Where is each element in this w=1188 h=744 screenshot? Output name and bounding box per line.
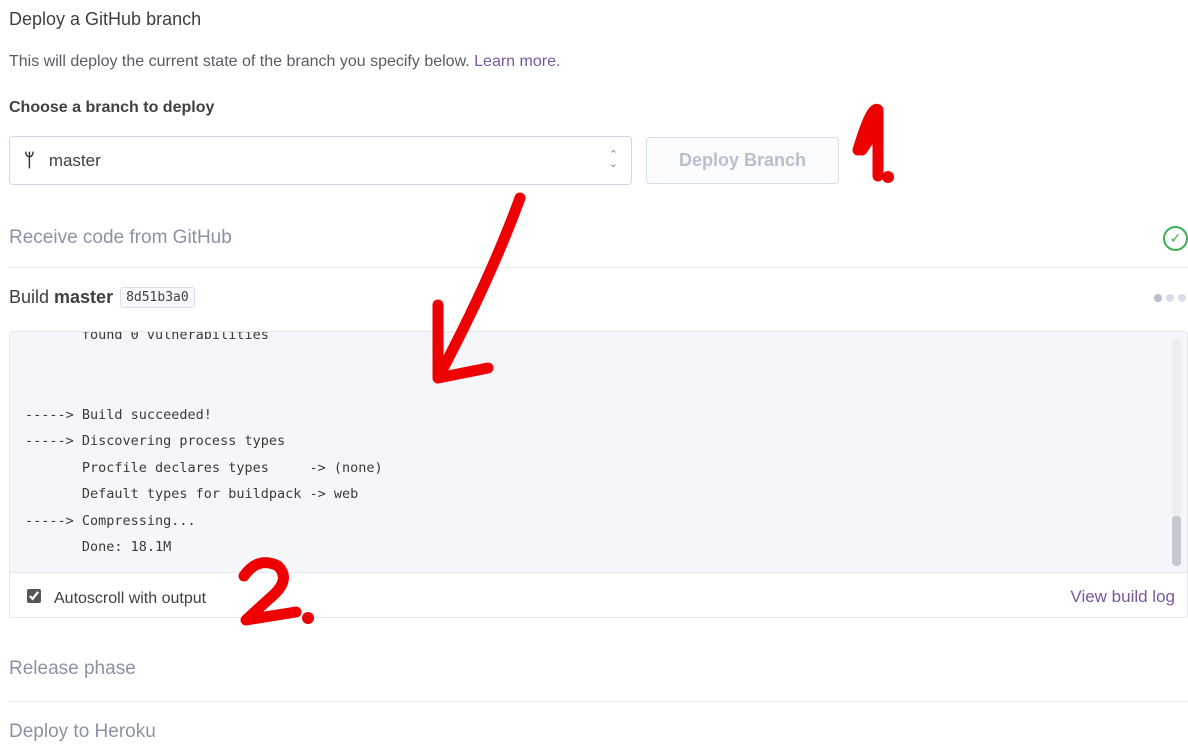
- autoscroll-label[interactable]: Autoscroll with output: [54, 590, 206, 608]
- select-updown-icon: ⌃ ⌄: [608, 149, 618, 170]
- step-receive-label: Receive code from GitHub: [9, 227, 232, 248]
- build-prefix: Build: [9, 287, 50, 307]
- autoscroll-checkbox[interactable]: [27, 589, 41, 603]
- log-scrollbar-thumb[interactable]: [1172, 516, 1181, 566]
- progress-dots-icon: [1154, 294, 1186, 302]
- branch-select[interactable]: ᛘ master ⌃ ⌄: [9, 136, 632, 185]
- step-release-label: Release phase: [9, 658, 136, 679]
- commit-hash-badge[interactable]: 8d51b3a0: [120, 287, 195, 308]
- learn-more-link[interactable]: Learn more.: [474, 53, 560, 70]
- branch-select-value: master: [48, 150, 101, 170]
- deploy-branch-button[interactable]: Deploy Branch: [646, 137, 839, 184]
- build-log-lines: found 0 vulnerabilities -----> Build suc…: [25, 332, 383, 555]
- section-title: Deploy a GitHub branch: [9, 9, 202, 29]
- annotation-number-1: [852, 103, 884, 182]
- step-release-phase: Release phase: [9, 656, 1188, 702]
- build-header: Build master 8d51b3a0: [9, 287, 195, 308]
- step-deploy-label: Deploy to Heroku: [9, 721, 156, 742]
- description-text: This will deploy the current state of th…: [9, 53, 470, 70]
- step-deploy-heroku: Deploy to Heroku: [9, 719, 1188, 744]
- build-log-output[interactable]: found 0 vulnerabilities -----> Build suc…: [10, 332, 1187, 572]
- annotation-dot-1: [882, 171, 894, 183]
- choose-branch-label: Choose a branch to deploy: [9, 99, 215, 116]
- git-branch-icon: ᛘ: [24, 150, 35, 171]
- section-description: This will deploy the current state of th…: [9, 53, 560, 71]
- step-receive-code: Receive code from GitHub ✓: [9, 224, 1188, 268]
- check-circle-icon: ✓: [1163, 226, 1188, 251]
- build-branch: master: [54, 287, 114, 307]
- build-log-panel: found 0 vulnerabilities -----> Build suc…: [9, 331, 1188, 618]
- view-build-log-link[interactable]: View build log: [1070, 587, 1175, 607]
- build-log-footer: Autoscroll with output View build log: [10, 572, 1187, 617]
